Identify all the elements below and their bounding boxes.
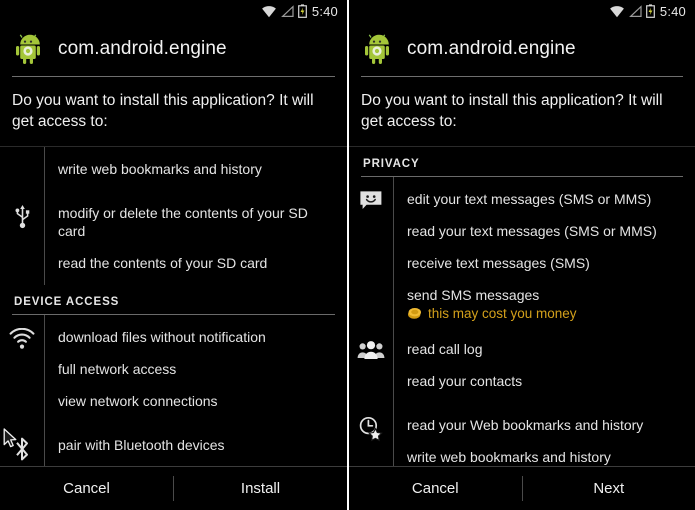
status-bar: 5:40: [0, 0, 347, 22]
permission-group: write web bookmarks and history: [0, 147, 347, 191]
right-permission-list[interactable]: PRIVACY edit your text messages (SMS or …: [349, 146, 695, 466]
app-header: com.android.engine: [349, 22, 695, 76]
install-prompt-text: Do you want to install this application?…: [361, 92, 663, 130]
group-icon-slot: [349, 403, 393, 466]
permission-item: read your contacts: [407, 373, 523, 389]
permission-item: read your text messages (SMS or MMS): [407, 223, 657, 239]
permission-item: write web bookmarks and history: [407, 449, 611, 465]
permission-item: send SMS messages: [407, 287, 540, 303]
battery-icon: [297, 4, 307, 18]
group-permissions: read your Web bookmarks and history writ…: [393, 403, 695, 466]
group-permissions: download files without notification full…: [44, 315, 347, 423]
install-prompt-text: Do you want to install this application?…: [12, 92, 314, 130]
app-package-title: com.android.engine: [58, 38, 227, 59]
left-permission-list[interactable]: write web bookmarks and history modify o…: [0, 146, 347, 466]
permission-item: download files without notification: [58, 329, 266, 345]
android-robot-icon: [16, 34, 40, 64]
permission-item: pair with Bluetooth devices: [58, 437, 225, 453]
group-permissions: write web bookmarks and history: [44, 147, 347, 191]
cancel-button[interactable]: Cancel: [0, 467, 173, 510]
status-bar: 5:40: [349, 0, 695, 22]
install-button[interactable]: Install: [174, 467, 347, 510]
permission-group: read your Web bookmarks and history writ…: [349, 403, 695, 466]
wifi-icon: [9, 328, 35, 349]
section-header-privacy: PRIVACY: [363, 158, 420, 170]
permission-group: edit your text messages (SMS or MMS) rea…: [349, 177, 695, 327]
group-icon-slot: [0, 423, 44, 466]
group-icon-slot: [349, 177, 393, 327]
permission-item: read the contents of your SD card: [58, 255, 268, 271]
section-header-device-access: DEVICE ACCESS: [14, 296, 120, 308]
permission-item: full network access: [58, 361, 177, 377]
permission-group: modify or delete the contents of your SD…: [0, 191, 347, 285]
sms-message-icon: [360, 191, 382, 209]
status-clock: 5:40: [659, 3, 686, 19]
signal-icon: [628, 4, 642, 17]
cancel-button[interactable]: Cancel: [349, 467, 522, 510]
app-header: com.android.engine: [0, 22, 347, 76]
permission-item: view network connections: [58, 393, 218, 409]
group-permissions: read call log read your contacts: [393, 327, 695, 403]
group-permissions: modify or delete the contents of your SD…: [44, 191, 347, 285]
wifi-icon: [261, 5, 276, 17]
contacts-group-icon: [357, 341, 385, 359]
permission-group: read call log read your contacts: [349, 327, 695, 403]
permission-item: read call log: [407, 341, 483, 357]
group-icon-slot: [0, 315, 44, 423]
bluetooth-icon: [16, 437, 28, 461]
group-icon-slot: [0, 147, 44, 191]
right-footer-buttons: Cancel Next: [349, 466, 695, 510]
left-footer-buttons: Cancel Install: [0, 466, 347, 510]
permission-item: read your Web bookmarks and history: [407, 417, 644, 433]
permission-item: edit your text messages (SMS or MMS): [407, 191, 652, 207]
app-package-title: com.android.engine: [407, 38, 576, 59]
wifi-icon: [609, 5, 624, 17]
battery-icon: [645, 4, 655, 18]
group-icon-slot: [0, 191, 44, 285]
cost-warning-text: this may cost you money: [428, 306, 577, 321]
next-button[interactable]: Next: [523, 467, 695, 510]
left-phone-screen: 5:40 com.android.engine Do you want to i…: [0, 0, 347, 510]
right-phone-screen: 5:40 com.android.engine Do you want to i…: [347, 0, 695, 510]
permission-item: write web bookmarks and history: [58, 161, 262, 177]
cost-warning: this may cost you money: [394, 305, 695, 321]
group-icon-slot: [349, 327, 393, 403]
permission-item: receive text messages (SMS): [407, 255, 590, 271]
dual-screenshot-stage: 5:40 com.android.engine Do you want to i…: [0, 0, 695, 510]
bookmark-clock-icon: [359, 416, 383, 442]
coin-icon: [408, 308, 421, 319]
permission-item: modify or delete the contents of your SD…: [58, 205, 308, 239]
android-robot-icon: [365, 34, 389, 64]
permission-group: download files without notification full…: [0, 315, 347, 423]
group-permissions: pair with Bluetooth devices: [44, 423, 347, 466]
signal-icon: [280, 4, 294, 17]
status-clock: 5:40: [311, 3, 338, 19]
usb-icon: [15, 205, 29, 229]
group-permissions: edit your text messages (SMS or MMS) rea…: [393, 177, 695, 327]
permission-group: pair with Bluetooth devices: [0, 423, 347, 466]
